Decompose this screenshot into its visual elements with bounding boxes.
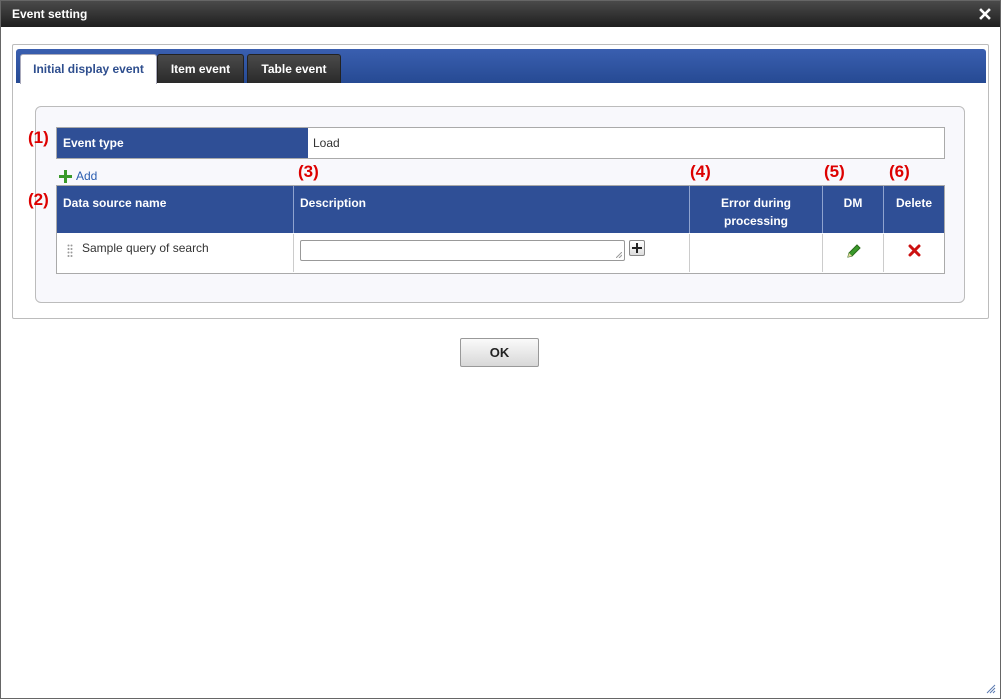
- ok-button[interactable]: OK: [460, 338, 539, 367]
- expand-description-button[interactable]: [629, 240, 645, 256]
- data-source-grid: Data source name Description Error durin…: [56, 185, 945, 274]
- plus-icon: [59, 169, 72, 183]
- pencil-icon[interactable]: [845, 243, 862, 260]
- drag-handle-icon[interactable]: [67, 244, 73, 258]
- close-icon[interactable]: [978, 7, 992, 21]
- marker-1: (1): [28, 128, 49, 147]
- marker-5: (5): [824, 162, 845, 181]
- add-button[interactable]: Add: [59, 169, 97, 183]
- event-type-value: Load: [313, 136, 340, 150]
- event-type-row: Event type Load: [56, 127, 945, 159]
- grid-header: Data source name Description Error durin…: [57, 186, 944, 233]
- add-label: Add: [76, 169, 98, 183]
- cell-error-during-processing[interactable]: [690, 234, 823, 272]
- header-dm: DM: [823, 186, 884, 233]
- header-delete: Delete: [895, 196, 933, 210]
- marker-6: (6): [889, 162, 910, 181]
- event-type-label: Event type: [57, 128, 308, 158]
- header-error-during-processing: Error during processing: [690, 186, 823, 233]
- marker-4: (4): [690, 162, 711, 181]
- cell-delete: [884, 234, 944, 272]
- description-textarea[interactable]: [300, 240, 625, 261]
- cell-description: [294, 234, 690, 272]
- dialog-titlebar[interactable]: Event setting: [1, 1, 1000, 27]
- tab-bar: Initial display event Item event Table e…: [16, 49, 986, 84]
- tab-initial-display-event[interactable]: Initial display event: [20, 54, 157, 84]
- event-setting-dialog: Event setting Initial display event Item…: [0, 0, 1001, 699]
- delete-x-icon[interactable]: [908, 244, 921, 257]
- marker-3: (3): [298, 162, 319, 181]
- resize-grip-icon[interactable]: [984, 682, 996, 694]
- plus-icon: [632, 243, 642, 253]
- resize-grip-icon: [616, 252, 622, 258]
- tab-table-event[interactable]: Table event: [247, 54, 341, 83]
- data-source-name-value: Sample query of search: [82, 241, 209, 255]
- marker-2: (2): [28, 190, 49, 209]
- cell-data-source-name: Sample query of search: [57, 234, 294, 272]
- dialog-title: Event setting: [12, 7, 88, 21]
- header-description: Description: [294, 186, 690, 233]
- tab-item-event[interactable]: Item event: [157, 54, 244, 83]
- header-data-source-name: Data source name: [57, 186, 294, 233]
- cell-dm: [823, 234, 884, 272]
